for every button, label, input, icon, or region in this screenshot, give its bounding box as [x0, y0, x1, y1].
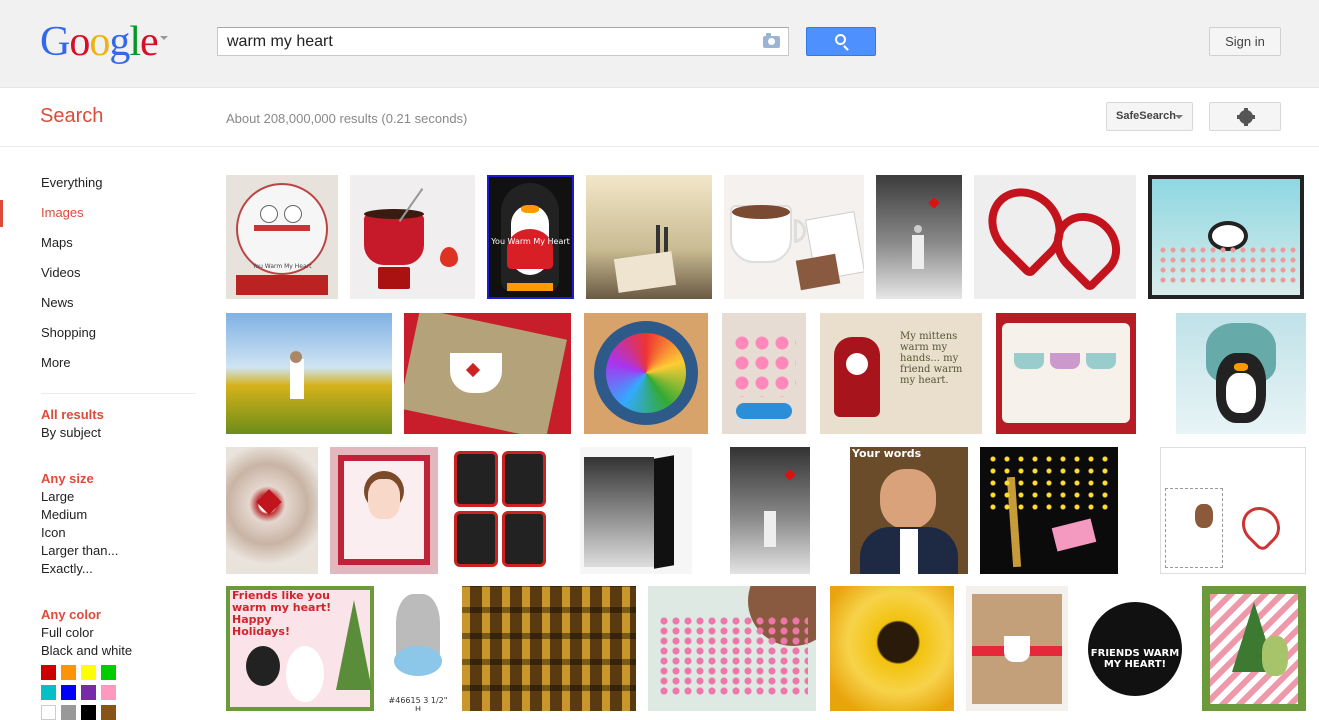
nav-active-indicator [0, 200, 3, 227]
search-input[interactable] [218, 28, 748, 55]
logo-letter: l [129, 19, 141, 65]
image-caption: My mittens warm my hands... my friend wa… [900, 331, 963, 386]
filter-size-medium[interactable]: Medium [41, 507, 87, 522]
nav-item-maps[interactable]: Maps [41, 235, 73, 250]
image-result-coffee-card[interactable] [404, 313, 571, 434]
image-caption: You Warm My Heart [252, 263, 312, 270]
filter-any-color[interactable]: Any color [41, 607, 101, 622]
nav-item-videos[interactable]: Videos [41, 265, 81, 280]
image-caption: Your words [852, 447, 922, 460]
image-result-clay-penguin[interactable] [1176, 313, 1306, 434]
image-caption: FRIENDS WARM MY HEART! [1090, 648, 1180, 670]
logo-letter: e [140, 19, 159, 65]
nav-item-more[interactable]: More [41, 355, 71, 370]
image-result-fondue[interactable] [350, 175, 475, 299]
image-result-starry-tree[interactable] [980, 447, 1118, 574]
image-result-floral-card[interactable] [1148, 175, 1304, 299]
image-result-penguin-tiles[interactable] [450, 447, 550, 574]
search-box[interactable] [217, 27, 789, 56]
color-swatch[interactable] [61, 665, 76, 680]
color-swatch[interactable] [41, 665, 56, 680]
chevron-down-icon [1175, 115, 1183, 119]
color-swatch[interactable] [41, 685, 56, 700]
filter-black-and-white[interactable]: Black and white [41, 643, 132, 658]
filter-any-size[interactable]: Any size [41, 471, 94, 486]
color-swatch[interactable] [41, 705, 56, 720]
image-result-red-hearts[interactable] [974, 175, 1136, 299]
image-result-paper-hearts[interactable] [722, 313, 806, 434]
top-bar: Google Sign in [0, 0, 1319, 88]
nav-item-news[interactable]: News [41, 295, 74, 310]
settings-button[interactable] [1209, 102, 1281, 131]
logo-letter: g [109, 19, 130, 65]
image-result-politician[interactable]: Your words [850, 447, 968, 574]
search-label: Search [40, 105, 104, 127]
image-result-oscar-statues[interactable] [462, 586, 636, 711]
color-swatch[interactable] [101, 685, 116, 700]
image-result-teacup-card[interactable] [996, 313, 1136, 434]
nav-item-everything[interactable]: Everything [41, 175, 102, 190]
logo-letter: o [89, 19, 110, 65]
image-result-friends-card[interactable]: Friends like you warm my heart! Happy Ho… [226, 586, 374, 711]
filter-size-large[interactable]: Large [41, 489, 74, 504]
color-swatch[interactable] [81, 665, 96, 680]
chevron-down-icon[interactable] [160, 36, 168, 40]
image-result-kraft-card[interactable] [966, 586, 1068, 711]
logo-letter: G [40, 19, 70, 65]
image-result-swirl-heart[interactable] [226, 447, 318, 574]
image-result-sunflower[interactable] [830, 586, 954, 711]
search-button[interactable] [806, 27, 876, 56]
subheader: Search About 208,000,000 results (0.21 s… [0, 89, 1319, 147]
sign-in-button[interactable]: Sign in [1209, 27, 1281, 56]
logo-letter: o [69, 19, 90, 65]
image-result-badge[interactable]: FRIENDS WARM MY HEART! [1086, 586, 1184, 711]
image-result-christmas-tree-card[interactable] [1202, 586, 1306, 711]
image-result-collage-circle[interactable] [584, 313, 708, 434]
color-swatch[interactable] [101, 705, 116, 720]
image-result-penguin[interactable]: You Warm My Heart [487, 175, 574, 299]
filter-size-exactly[interactable]: Exactly... [41, 561, 93, 576]
filter-full-color[interactable]: Full color [41, 625, 94, 640]
color-swatch[interactable] [81, 685, 96, 700]
image-result-stamp[interactable]: #46615 3 1/2" H [386, 586, 450, 711]
nav-divider [41, 393, 196, 394]
gear-icon [1237, 108, 1255, 126]
google-logo[interactable]: Google [40, 19, 159, 65]
color-swatch[interactable] [101, 665, 116, 680]
image-result-winter-folder[interactable] [580, 447, 692, 574]
image-result-couple[interactable] [586, 175, 712, 299]
filter-all-results[interactable]: All results [41, 407, 104, 422]
search-icon [835, 34, 846, 45]
nav-item-images[interactable]: Images [41, 205, 84, 220]
nav-item-shopping[interactable]: Shopping [41, 325, 96, 340]
image-result-field-girl[interactable] [226, 313, 392, 434]
camera-icon[interactable] [763, 33, 780, 48]
image-result-winter-girl-2[interactable] [730, 447, 810, 574]
color-swatch[interactable] [61, 685, 76, 700]
image-caption: Friends like you warm my heart! Happy Ho… [232, 589, 332, 638]
image-result-hot-cocoa[interactable] [724, 175, 864, 299]
color-swatch[interactable] [61, 705, 76, 720]
filter-size-larger-than[interactable]: Larger than... [41, 543, 118, 558]
image-result-printable-template[interactable] [1160, 447, 1306, 574]
filter-size-icon[interactable]: Icon [41, 525, 66, 540]
image-result-blossom-card[interactable] [648, 586, 816, 711]
safesearch-button[interactable]: SafeSearch [1106, 102, 1193, 131]
image-result-snowglobe[interactable]: You Warm My Heart [226, 175, 338, 299]
result-stats: About 208,000,000 results (0.21 seconds) [226, 111, 468, 126]
color-swatch[interactable] [81, 705, 96, 720]
image-result-mitten-pillow[interactable]: My mittens warm my hands... my friend wa… [820, 313, 982, 434]
image-caption: You Warm My Heart [491, 237, 570, 246]
image-caption: #46615 3 1/2" H [388, 696, 448, 711]
image-result-girl-card[interactable] [330, 447, 438, 574]
filter-by-subject[interactable]: By subject [41, 425, 101, 440]
safesearch-label: SafeSearch [1116, 110, 1176, 122]
image-result-winter-girl[interactable] [876, 175, 962, 299]
